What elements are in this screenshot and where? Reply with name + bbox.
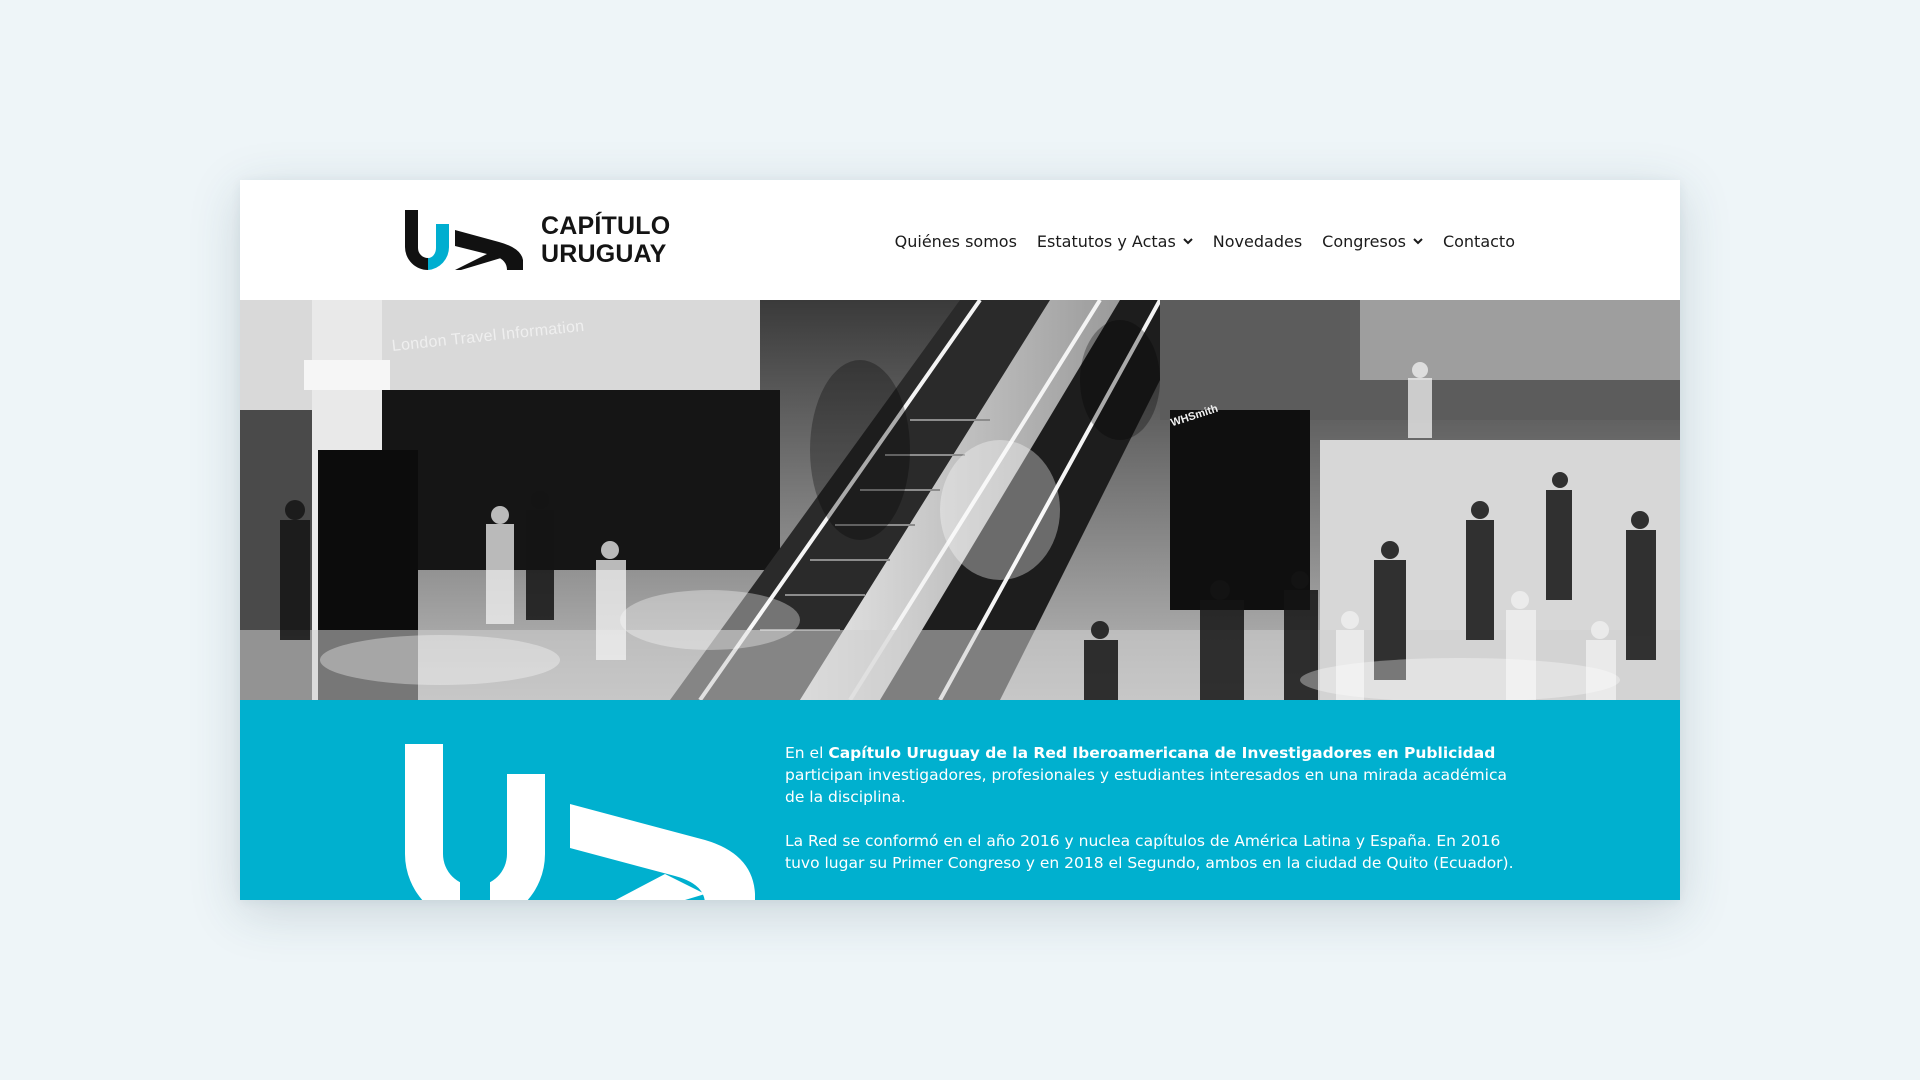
nav-item-label: Quiénes somos	[894, 231, 1017, 251]
logo-line-2: URUGUAY	[541, 240, 667, 268]
intro-org-name: Capítulo Uruguay de la Red Iberoamerican…	[828, 744, 1496, 762]
nav-item-label: Contacto	[1442, 231, 1515, 251]
chevron-down-icon	[1413, 237, 1423, 244]
nav-item-novedades[interactable]: Novedades	[1213, 232, 1302, 251]
intro-paragraph-1: En el Capítulo Uruguay de la Red Iberoam…	[785, 742, 1525, 808]
uy-logo-large-icon	[405, 744, 755, 900]
intro-section: En el Capítulo Uruguay de la Red Iberoam…	[240, 700, 1680, 900]
nav-item-label: Estatutos y Actas	[1036, 231, 1176, 251]
logo-line-1: CAPÍTULO	[541, 212, 671, 240]
intro-text-lead: En el	[785, 744, 829, 762]
station-crowd-image	[240, 300, 1680, 700]
intro-text-rest: participan investigadores, profesionales…	[785, 766, 1507, 806]
site-logo[interactable]: CAPÍTULO URUGUAY	[403, 208, 670, 272]
nav-item-label: Novedades	[1212, 231, 1303, 251]
nav-item-label: Congresos	[1322, 231, 1406, 251]
nav-item-estatutos-y-actas[interactable]: Estatutos y Actas	[1037, 232, 1193, 251]
main-nav: Quiénes somos Estatutos y Actas Novedade…	[895, 226, 1515, 256]
intro-text: En el Capítulo Uruguay de la Red Iberoam…	[785, 742, 1525, 896]
uy-logo-icon	[405, 210, 523, 270]
logo-wordmark: CAPÍTULO URUGUAY	[541, 212, 670, 268]
hero-photo: London Travel Information WHSmith	[240, 300, 1680, 700]
intro-paragraph-2: La Red se conformó en el año 2016 y nucl…	[785, 832, 1514, 872]
browser-page: CAPÍTULO URUGUAY Quiénes somos Estatutos…	[240, 180, 1680, 900]
nav-item-quienes-somos[interactable]: Quiénes somos	[895, 232, 1017, 251]
nav-item-contacto[interactable]: Contacto	[1443, 232, 1515, 251]
site-header: CAPÍTULO URUGUAY Quiénes somos Estatutos…	[240, 180, 1680, 300]
nav-item-congresos[interactable]: Congresos	[1322, 232, 1423, 251]
chevron-down-icon	[1183, 237, 1193, 244]
